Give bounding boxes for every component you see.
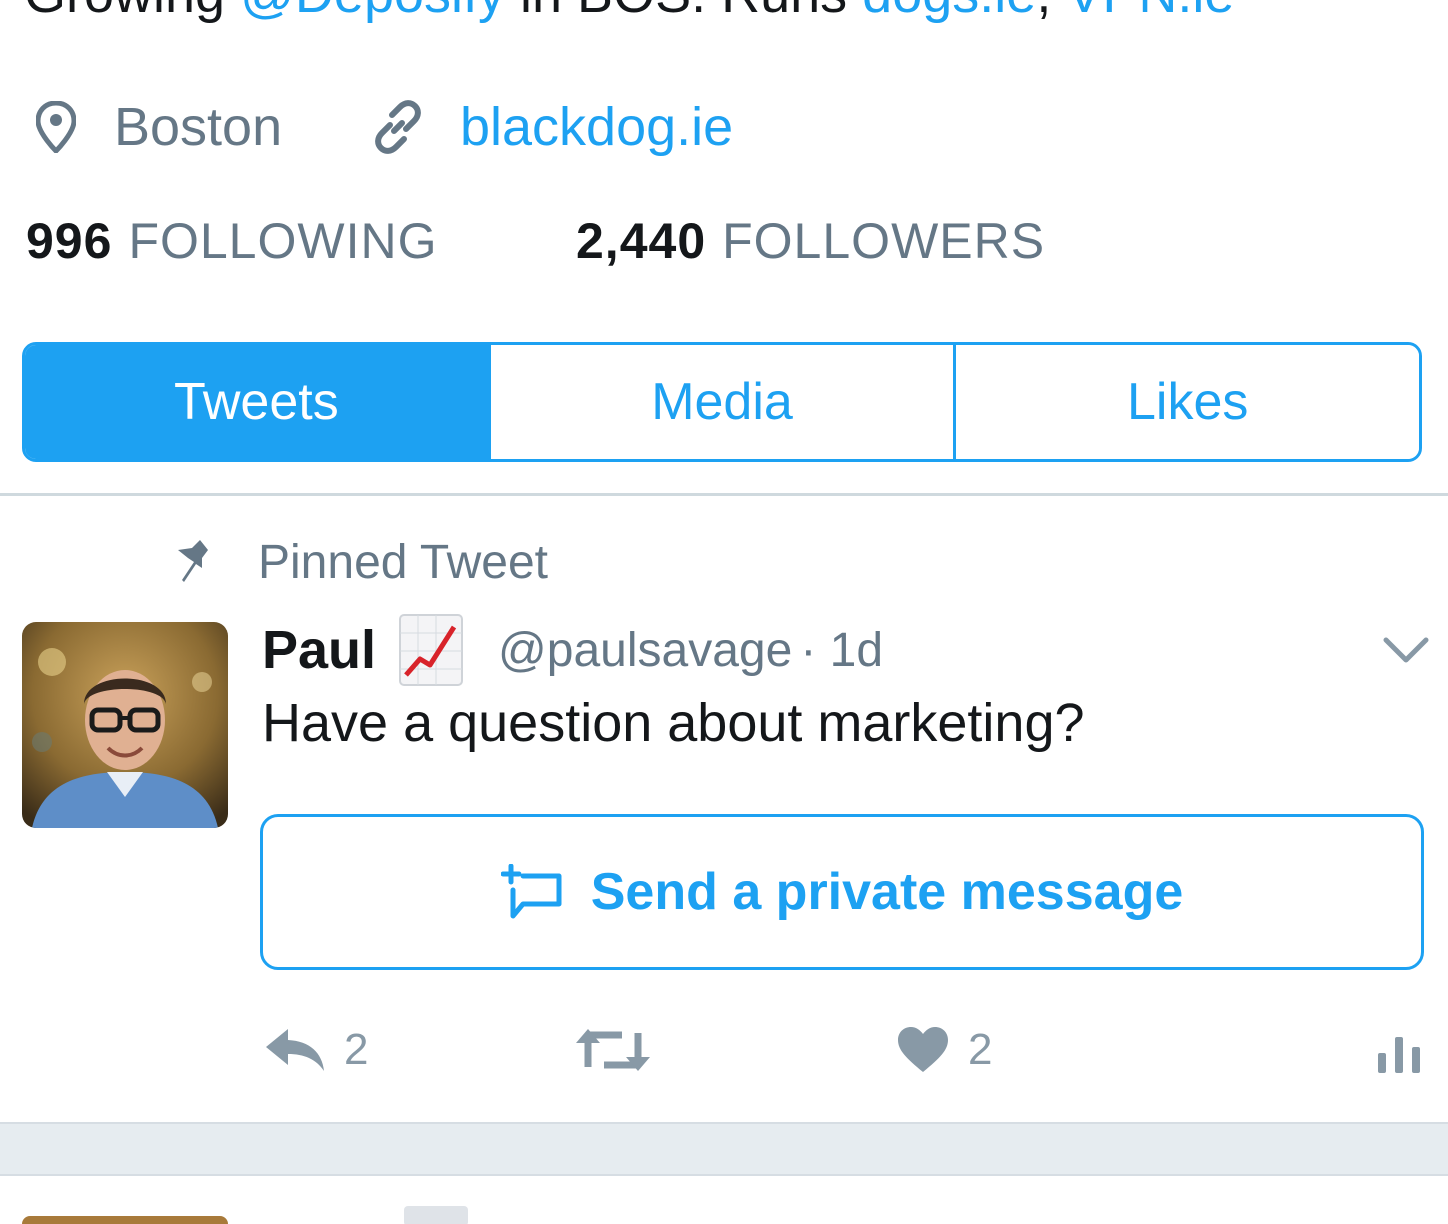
timeline-separator xyxy=(0,1122,1448,1176)
retweet-icon xyxy=(576,1029,650,1071)
location-pin-icon xyxy=(36,101,76,153)
bio-mention-link[interactable]: @Deposify xyxy=(240,0,505,24)
tweet-actions: 2 2 xyxy=(0,1018,1448,1082)
author-name[interactable]: Paul xyxy=(262,619,376,681)
following-stat[interactable]: 996 FOLLOWING xyxy=(26,212,437,270)
tweet-text: Have a question about marketing? xyxy=(262,693,1085,753)
like-button[interactable]: 2 xyxy=(896,1018,992,1082)
tab-likes[interactable]: Likes xyxy=(953,345,1419,459)
avatar-photo xyxy=(22,622,228,828)
tab-tweets[interactable]: Tweets xyxy=(25,345,488,459)
heart-icon xyxy=(898,1027,948,1072)
reply-icon xyxy=(266,1029,324,1071)
send-private-message-button[interactable]: Send a private message xyxy=(260,814,1424,970)
location-text: Boston xyxy=(114,97,283,157)
like-count: 2 xyxy=(968,1025,993,1074)
direct-message-icon xyxy=(500,864,562,919)
avatar[interactable] xyxy=(22,622,228,828)
chevron-down-icon[interactable] xyxy=(1380,628,1432,672)
divider xyxy=(0,493,1448,496)
analytics-icon xyxy=(1378,1037,1420,1073)
next-tweet-avatar xyxy=(22,1216,228,1224)
bio-link-vpn[interactable]: VPN.ie xyxy=(1066,0,1234,24)
pinned-indicator: Pinned Tweet xyxy=(172,532,548,592)
profile-location: Boston xyxy=(36,92,282,162)
following-count: 996 xyxy=(26,213,113,269)
bio-link-dogs[interactable]: dogs.ie xyxy=(862,0,1036,24)
send-private-message-label: Send a private message xyxy=(590,863,1184,921)
chart-increasing-emoji xyxy=(399,614,464,686)
following-label: FOLLOWING xyxy=(128,213,438,269)
followers-stat[interactable]: 2,440 FOLLOWERS xyxy=(576,212,1045,270)
profile-website[interactable]: blackdog.ie xyxy=(370,92,733,162)
profile-tabs: Tweets Media Likes xyxy=(22,342,1422,462)
bio-text: Growing xyxy=(24,0,240,24)
profile-bio: Growing @Deposify in BOS. Runs dogs.ie, … xyxy=(24,0,1234,24)
analytics-button[interactable] xyxy=(1376,1018,1422,1082)
reply-count: 2 xyxy=(344,1025,369,1074)
link-icon xyxy=(375,100,421,154)
followers-label: FOLLOWERS xyxy=(722,213,1046,269)
followers-count: 2,440 xyxy=(576,213,707,269)
bio-separator: , xyxy=(1036,0,1066,24)
retweet-button[interactable] xyxy=(574,1018,652,1082)
author-handle[interactable]: @paulsavage xyxy=(498,623,792,678)
tab-media[interactable]: Media xyxy=(487,345,954,459)
profile-page: Growing @Deposify in BOS. Runs dogs.ie, … xyxy=(0,0,1448,1224)
reply-button[interactable]: 2 xyxy=(264,1018,368,1082)
pinned-label: Pinned Tweet xyxy=(258,535,548,589)
pin-icon xyxy=(178,540,208,582)
bio-text: in BOS. Runs xyxy=(505,0,862,24)
tweet-timestamp[interactable]: · 1d xyxy=(800,623,883,678)
next-tweet-emoji xyxy=(404,1206,468,1224)
website-link[interactable]: blackdog.ie xyxy=(460,96,733,158)
tweet-header: Paul @paulsavage · 1d xyxy=(262,610,883,690)
